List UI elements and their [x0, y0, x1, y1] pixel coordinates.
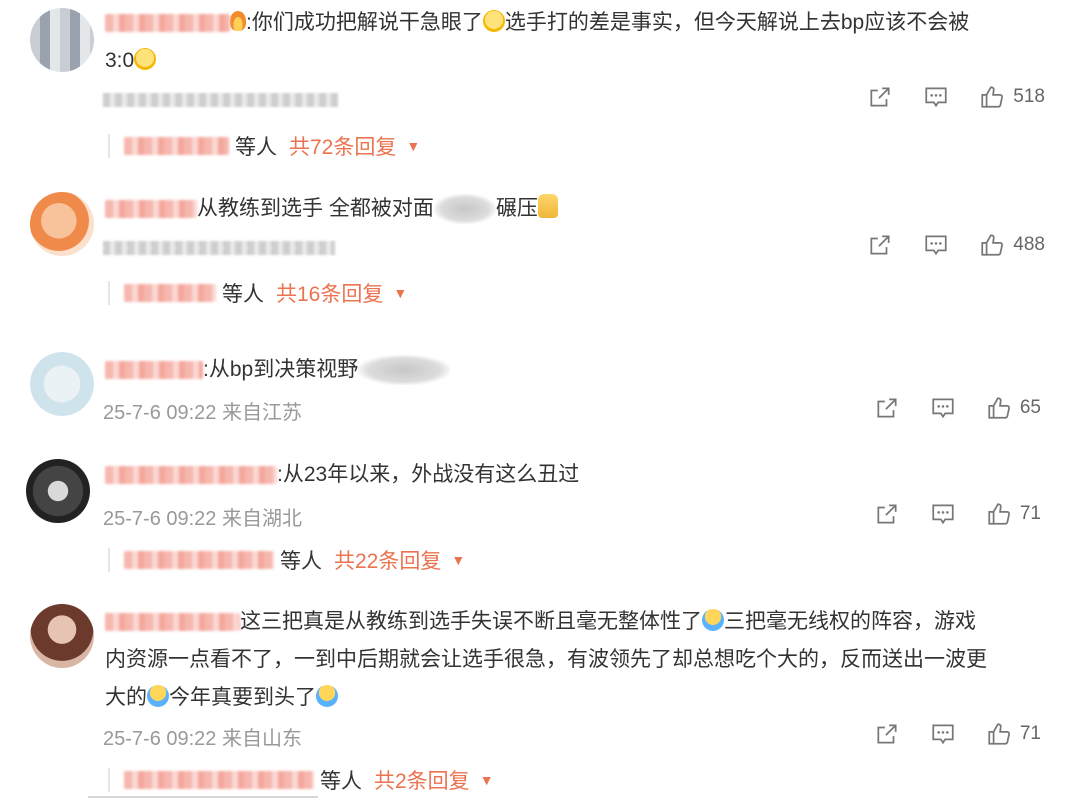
comment-button[interactable]: [930, 721, 956, 747]
like-button[interactable]: 71: [986, 501, 1041, 527]
avatar[interactable]: [30, 352, 94, 416]
comment-actions: 65: [844, 395, 1041, 421]
blurred-censor: [433, 194, 496, 225]
share-icon: [877, 724, 897, 744]
comment-button[interactable]: [923, 232, 949, 258]
blurred-censor: [358, 355, 451, 386]
comment-icon: [932, 724, 954, 745]
horizontal-scrollbar[interactable]: [88, 796, 318, 798]
comment-actions: 71: [844, 721, 1041, 747]
thumbs-up-emoji-icon: [537, 194, 558, 218]
comment-text: 从教练到选手 全都被对面 碾压: [105, 190, 1039, 228]
comment-icon: [925, 235, 947, 256]
share-icon: [870, 235, 890, 255]
shrug-emoji-icon: [147, 685, 169, 707]
comment-button[interactable]: [923, 84, 949, 110]
blurred-username[interactable]: [105, 613, 240, 632]
blurred-reply-users: [124, 771, 314, 789]
replies-row: 等人 共2条回复 ▼: [108, 765, 494, 795]
comment-actions: 518: [837, 84, 1045, 110]
like-count: 488: [1013, 234, 1045, 255]
thumbs-up-icon: [981, 86, 1004, 108]
blurred-reply-users: [124, 284, 216, 302]
blurred-username[interactable]: [105, 14, 230, 33]
caret-down-icon[interactable]: ▼: [480, 772, 494, 788]
comment-icon: [932, 504, 954, 525]
comment-meta: 25-7-6 09:22 来自山东: [103, 728, 302, 750]
comment-meta: 25-7-6 09:22 来自湖北: [103, 508, 302, 530]
share-icon: [877, 504, 897, 524]
like-count: 65: [1019, 397, 1041, 418]
thumbs-up-icon: [988, 397, 1010, 419]
comment-text: :从23年以来，外战没有这么丑过: [105, 456, 1039, 494]
blurred-reply-users: [124, 137, 229, 155]
caret-down-icon[interactable]: ▼: [393, 285, 407, 301]
replies-row: 等人 共22条回复 ▼: [108, 545, 465, 575]
blurred-reply-users: [124, 551, 274, 569]
caret-down-icon[interactable]: ▼: [406, 138, 420, 154]
blurred-username[interactable]: [105, 466, 277, 485]
thumbs-up-icon: [981, 234, 1004, 256]
avatar[interactable]: [30, 604, 94, 668]
share-icon: [877, 398, 897, 418]
fire-emoji-icon: [230, 11, 246, 31]
view-replies-link[interactable]: 共16条回复: [276, 278, 383, 308]
comment-button[interactable]: [930, 501, 956, 527]
comment-icon: [932, 398, 954, 419]
like-count: 71: [1019, 723, 1041, 744]
smile-emoji-icon: [482, 10, 505, 32]
replies-row: 等人 共16条回复 ▼: [108, 278, 407, 308]
comment-text: 这三把真是从教练到选手失误不断且毫无整体性了 三把毫无线权的阵容，游戏 内资源一点…: [105, 609, 987, 709]
like-count: 71: [1019, 503, 1041, 524]
shrug-emoji-icon: [702, 609, 724, 631]
like-button[interactable]: 65: [986, 395, 1041, 421]
share-button[interactable]: [867, 232, 893, 258]
blurred-username[interactable]: [105, 361, 203, 380]
comment-icon: [925, 87, 947, 108]
like-button[interactable]: 71: [986, 721, 1041, 747]
thumbs-up-icon: [988, 503, 1010, 525]
shrug-emoji-icon: [316, 685, 338, 707]
thinking-emoji-icon: [134, 48, 157, 70]
share-button[interactable]: [874, 721, 900, 747]
like-button[interactable]: 518: [979, 84, 1045, 110]
blurred-username[interactable]: [105, 200, 197, 219]
comment-meta: [103, 236, 335, 259]
comment-meta: 25-7-6 09:22 来自江苏: [103, 402, 302, 424]
share-button[interactable]: [874, 501, 900, 527]
comment-button[interactable]: [930, 395, 956, 421]
thumbs-up-icon: [988, 723, 1010, 745]
like-count: 518: [1013, 86, 1045, 107]
replies-row: 等人 共72条回复 ▼: [108, 131, 420, 161]
view-replies-link[interactable]: 共72条回复: [289, 131, 396, 161]
share-icon: [870, 87, 890, 107]
share-button[interactable]: [874, 395, 900, 421]
comment-text: :你们成功把解说干急眼了 选手打的差是事实，但今天解说上去bp应该不会被 3:0: [105, 10, 970, 72]
avatar[interactable]: [26, 459, 90, 523]
comment-meta: [103, 88, 338, 111]
view-replies-link[interactable]: 共22条回复: [334, 545, 441, 575]
share-button[interactable]: [867, 84, 893, 110]
comment-actions: 71: [844, 501, 1041, 527]
view-replies-link[interactable]: 共2条回复: [374, 765, 470, 795]
blurred-meta: [103, 92, 338, 107]
avatar[interactable]: [30, 8, 94, 72]
comment-text: :从bp到决策视野: [105, 351, 1039, 389]
comment-actions: 488: [837, 232, 1045, 258]
blurred-meta: [103, 240, 335, 255]
avatar[interactable]: [30, 192, 94, 256]
caret-down-icon[interactable]: ▼: [451, 552, 465, 568]
like-button[interactable]: 488: [979, 232, 1045, 258]
